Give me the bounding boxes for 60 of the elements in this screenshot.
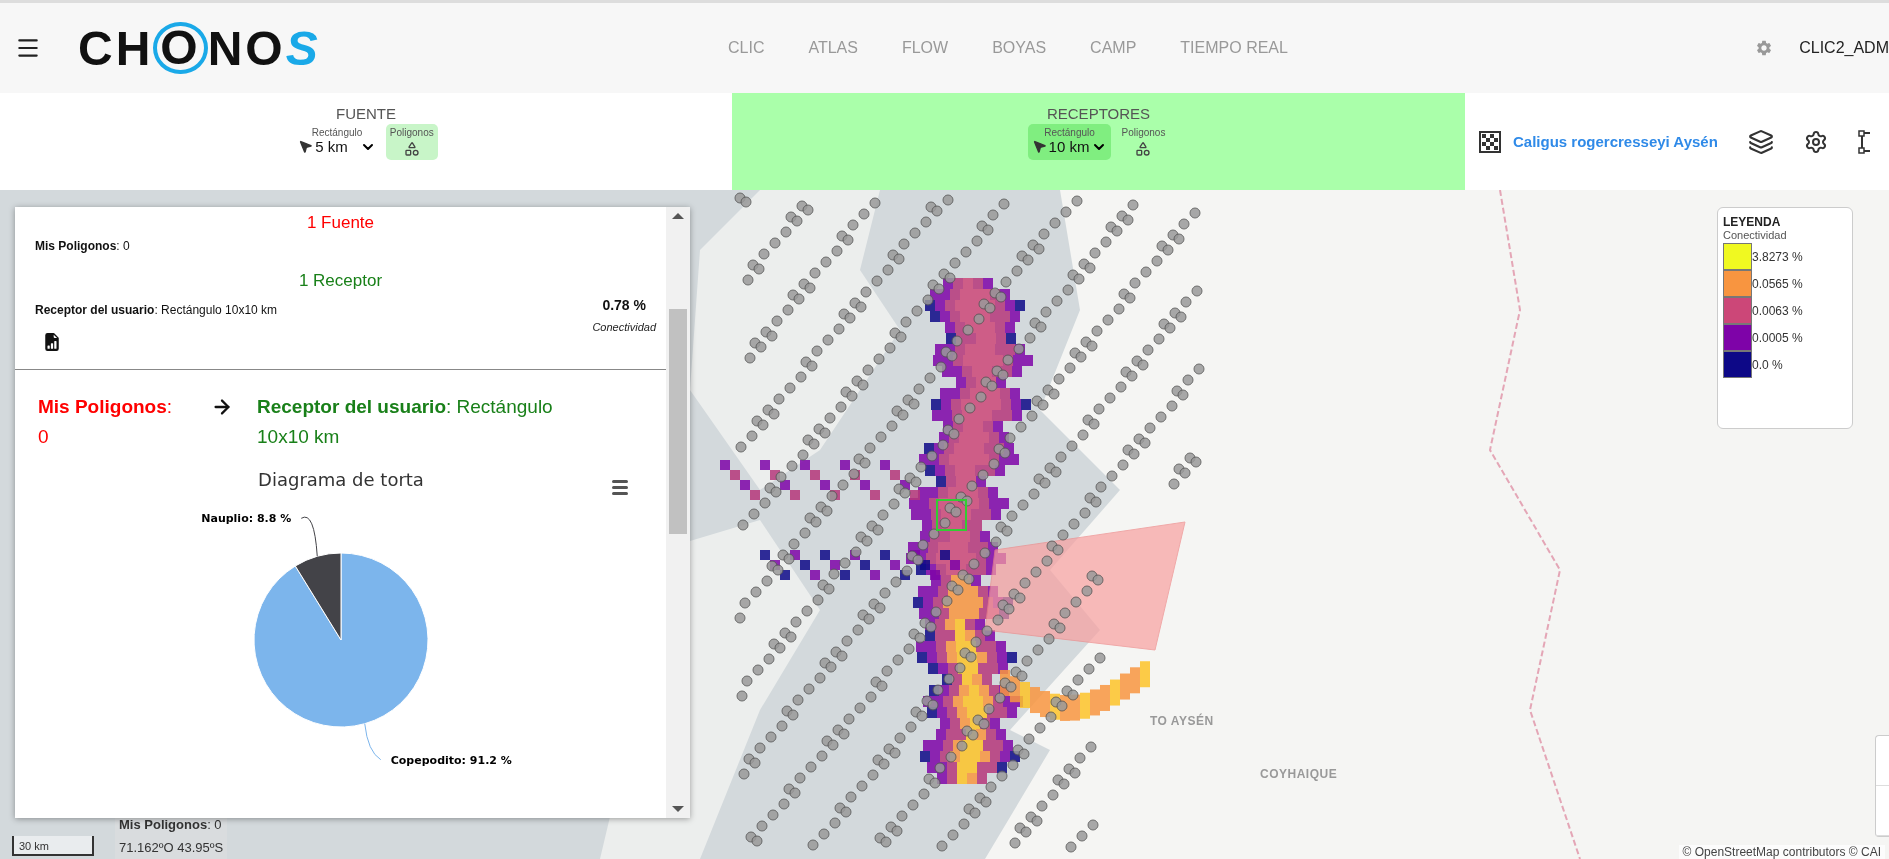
nav-link[interactable]: CLIC [728,39,765,57]
species-link[interactable]: Caligus rogercresseyi Aysén [1513,133,1718,150]
scroll-thumb[interactable] [669,309,687,534]
vector-square-icon[interactable] [1857,129,1870,154]
source-info: Mis Poligonos: 0 [34,239,131,253]
report-icon[interactable] [43,333,61,351]
legend-subtitle: Conectividad [1723,229,1788,241]
legend-title: LEYENDA [1723,215,1782,229]
nav-link[interactable]: CAMP [1090,39,1137,57]
polygon-info: Mis Poligonos: 0 [119,817,223,832]
legend-label: 3.8273 % [1752,249,1803,264]
chart-title: Diagrama de torta [258,469,424,490]
rectangle-option[interactable]: Rectángulo 10 km [1027,124,1112,160]
cursor-icon [298,139,314,154]
cursor-icon [1031,139,1047,154]
rectangle-option[interactable]: Rectángulo 5 km [294,124,380,160]
flow-source: Mis Poligonos: 0 [38,395,174,449]
scroll-down-icon[interactable] [672,806,684,812]
coordinates: 71.162ºO 43.95ºS [119,840,224,855]
source-heading: 1 Fuente [305,213,376,233]
pie-label: Nauplio: 8.8 % [201,512,292,526]
legend-label: 0.0063 % [1752,303,1803,318]
settings-icon[interactable] [1803,129,1828,154]
option-label: Rectángulo [311,127,363,138]
connectivity-value: 0.78 % [602,297,646,313]
leader-line [364,723,382,761]
nav-link[interactable]: FLOW [901,39,949,57]
user-name[interactable]: CLIC2_ADM [1799,39,1889,57]
nav-link[interactable]: BOYAS [992,39,1047,57]
map-attribution: © OpenStreetMap contributors © CAI [1678,845,1885,859]
legend-label: 0.0 % [1752,357,1783,372]
leader-line [300,516,318,557]
map-label: COYHAIQUE [1260,767,1338,781]
legend-label: 0.0565 % [1752,276,1803,291]
polygons-option[interactable]: Poligonos [385,124,438,160]
menu-icon[interactable] [612,480,628,495]
shapes-icon [1135,141,1152,157]
section-title: RECEPTORES [1046,105,1151,122]
flow-receptor: Receptor del usuario: Rectángulo 10x10 km [257,395,554,449]
option-label: Rectángulo [1044,127,1095,138]
section-title: FUENTE [336,105,396,122]
pie-label: Copepodito: 91.2 % [390,753,512,767]
nav-link[interactable]: TIEMPO REAL [1180,39,1288,57]
receptor-info: Receptor del usuario: Rectángulo 10x10 km [35,303,278,319]
scale-bar: 30 km [12,836,94,856]
size-value: 5 km [315,138,348,155]
connectivity-label: Conectividad [592,321,656,333]
size-value: 10 km [1048,138,1090,155]
map-label: TO AYSÉN [1150,714,1214,728]
option-label: Poligonos [389,127,434,138]
option-label: Poligonos [1121,127,1166,138]
shapes-icon [403,141,420,157]
receptor-heading: 1 Receptor [297,271,384,291]
nav-link[interactable]: ATLAS [808,39,858,57]
layers-icon[interactable] [1747,128,1774,155]
legend-label: 0.0005 % [1752,330,1803,345]
polygons-option[interactable]: Poligonos [1117,124,1170,160]
checkerboard-icon[interactable] [1479,130,1501,153]
scrollbar[interactable] [666,207,690,818]
scroll-up-icon[interactable] [672,213,684,219]
